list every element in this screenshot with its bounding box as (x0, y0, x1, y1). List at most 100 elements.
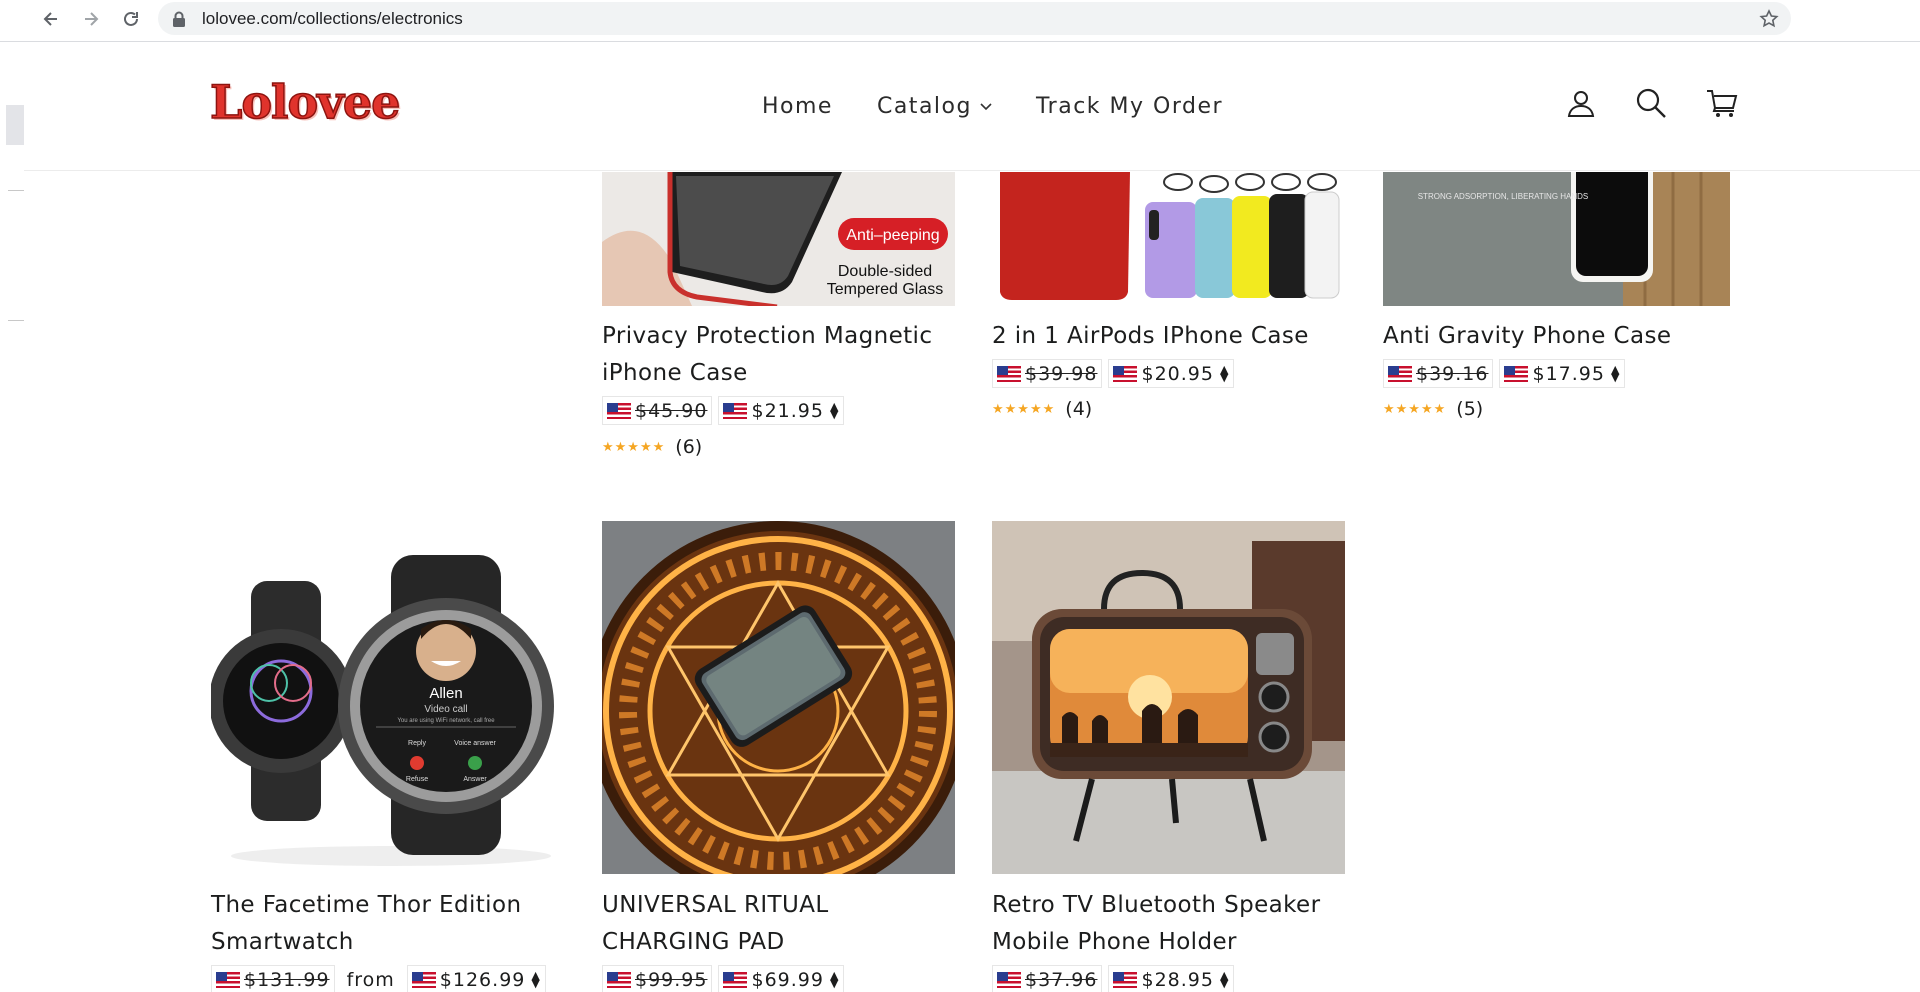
compare-price-value: $45.90 (635, 399, 708, 422)
us-flag-icon (216, 971, 240, 988)
sale-price-value: $126.99 (439, 968, 526, 991)
nav-catalog-label: Catalog (876, 94, 972, 119)
reload-icon[interactable] (117, 5, 145, 33)
nav-home[interactable]: Home (762, 94, 833, 119)
sale-price[interactable]: $17.95 ▲ ▼ (1499, 359, 1626, 388)
compare-price: $39.16 (1383, 359, 1494, 388)
price-row: $99.95 $69.99 ▲ ▼ (602, 965, 845, 992)
us-flag-icon (997, 365, 1021, 382)
voice-answer-label: Voice answer (454, 740, 496, 747)
compare-price: $45.90 (602, 396, 713, 425)
product-title[interactable]: 2 in 1 AirPods IPhone Case (992, 318, 1345, 355)
page-edge (0, 42, 24, 992)
product-title[interactable]: The Facetime Thor Edition Smartwatch (211, 887, 564, 961)
us-flag-icon (1113, 971, 1138, 988)
sale-price[interactable]: $20.95 ▲ ▼ (1108, 359, 1235, 388)
price-row: $37.96 $28.95 ▲ ▼ (992, 965, 1235, 992)
compare-price: $99.95 (602, 965, 713, 992)
edge-marker (6, 105, 24, 145)
lock-icon (173, 11, 185, 27)
sale-price[interactable]: $126.99 ▲ ▼ (406, 965, 546, 992)
sale-price-value: $28.95 (1141, 968, 1214, 991)
us-flag-icon (1388, 365, 1412, 382)
rating[interactable]: ★★★★★ (4) (992, 398, 1092, 420)
chevron-down-icon (980, 102, 992, 110)
price-row: $45.90 $21.95 ▲ ▼ (602, 396, 845, 425)
sale-price-value: $17.95 (1532, 362, 1605, 385)
star-rating-icon: ★★★★★ (992, 401, 1056, 417)
currency-sort-icon[interactable]: ▲ ▼ (1220, 970, 1229, 989)
forward-arrow-icon[interactable] (77, 5, 105, 33)
sale-price-value: $21.95 (751, 399, 824, 422)
compare-price: $37.96 (992, 965, 1103, 992)
sale-price[interactable]: $28.95 ▲ ▼ (1108, 965, 1235, 992)
nav-track-label: Track My Order (1035, 94, 1224, 119)
product-title[interactable]: UNIVERSAL RITUAL CHARGING PAD (602, 887, 955, 961)
currency-sort-icon[interactable]: ▲ ▼ (830, 970, 839, 989)
rating[interactable]: ★★★★★ (6) (602, 436, 702, 458)
address-bar[interactable]: lolovee.com/collections/electronics (158, 2, 1791, 35)
sale-price[interactable]: $21.95 ▲ ▼ (718, 396, 845, 425)
compare-price: $39.98 (992, 359, 1103, 388)
compare-price-value: $39.98 (1025, 362, 1098, 385)
us-flag-icon (723, 402, 748, 419)
product-image[interactable]: Anti–peeping Double-sided Tempered Glass (602, 172, 955, 306)
main-navigation: Home Catalog Track My Order (762, 94, 1223, 119)
nav-catalog[interactable]: Catalog (877, 94, 992, 119)
site-header: Lolovee Home Catalog Track My Order (24, 43, 1920, 171)
back-arrow-icon[interactable] (37, 5, 65, 33)
reply-label: Reply (408, 740, 426, 747)
us-flag-icon (607, 971, 631, 988)
product-title[interactable]: Anti Gravity Phone Case (1383, 318, 1736, 355)
search-icon[interactable] (1635, 87, 1667, 123)
browser-toolbar: lolovee.com/collections/electronics (0, 0, 1920, 42)
account-icon[interactable] (1565, 87, 1597, 123)
compare-price-value: $39.16 (1416, 362, 1489, 385)
sale-price[interactable]: $69.99 ▲ ▼ (718, 965, 845, 992)
currency-sort-icon[interactable]: ▲ ▼ (830, 401, 839, 420)
nav-track-order[interactable]: Track My Order (1036, 94, 1223, 119)
currency-sort-icon[interactable]: ▲ ▼ (1220, 364, 1229, 383)
us-flag-icon (1504, 365, 1529, 382)
call-type: Video call (424, 704, 467, 715)
bookmark-star-icon[interactable] (1759, 9, 1779, 29)
caller-name: Allen (429, 685, 462, 702)
nav-home-label: Home (762, 94, 833, 119)
url-text: lolovee.com/collections/electronics (202, 9, 463, 28)
review-count: (5) (1456, 398, 1484, 420)
product-image[interactable] (992, 521, 1345, 874)
answer-label: Answer (463, 776, 487, 783)
product-image[interactable] (992, 172, 1345, 306)
edge-divider (8, 320, 24, 321)
currency-sort-icon[interactable]: ▲ ▼ (531, 970, 540, 989)
product-image[interactable]: Allen Video call You are using WiFi netw… (211, 521, 564, 874)
us-flag-icon (411, 971, 436, 988)
currency-sort-icon[interactable]: ▲ ▼ (1611, 364, 1620, 383)
star-rating-icon: ★★★★★ (1383, 401, 1447, 417)
price-row: $131.99 from $126.99 ▲ ▼ (211, 965, 546, 992)
image-tagline: STRONG ADSORPTION, LIBERATING HANDS (1418, 192, 1589, 201)
us-flag-icon (1113, 365, 1138, 382)
site-logo[interactable]: Lolovee (209, 78, 401, 126)
sale-price-value: $20.95 (1141, 362, 1214, 385)
cart-icon[interactable] (1706, 87, 1738, 123)
review-count: (4) (1065, 398, 1093, 420)
anti-peeping-label: Anti–peeping (846, 227, 939, 244)
product-title[interactable]: Privacy Protection Magnetic iPhone Case (602, 318, 955, 392)
image-text-line: Tempered Glass (827, 281, 944, 298)
edge-divider (8, 190, 24, 191)
compare-price-value: $131.99 (244, 968, 330, 991)
from-label: from (346, 968, 395, 991)
price-row: $39.98 $20.95 ▲ ▼ (992, 359, 1235, 388)
call-note: You are using WiFi network, call free (397, 718, 495, 724)
product-image[interactable]: STRONG ADSORPTION, LIBERATING HANDS (1383, 172, 1730, 306)
image-text-line: Double-sided (838, 263, 932, 280)
rating[interactable]: ★★★★★ (5) (1383, 398, 1483, 420)
star-rating-icon: ★★★★★ (602, 439, 666, 455)
product-title[interactable]: Retro TV Bluetooth Speaker Mobile Phone … (992, 887, 1345, 961)
us-flag-icon (607, 402, 631, 419)
price-row: $39.16 $17.95 ▲ ▼ (1383, 359, 1626, 388)
product-image[interactable] (602, 521, 955, 874)
sale-price-value: $69.99 (751, 968, 824, 991)
us-flag-icon (723, 971, 748, 988)
